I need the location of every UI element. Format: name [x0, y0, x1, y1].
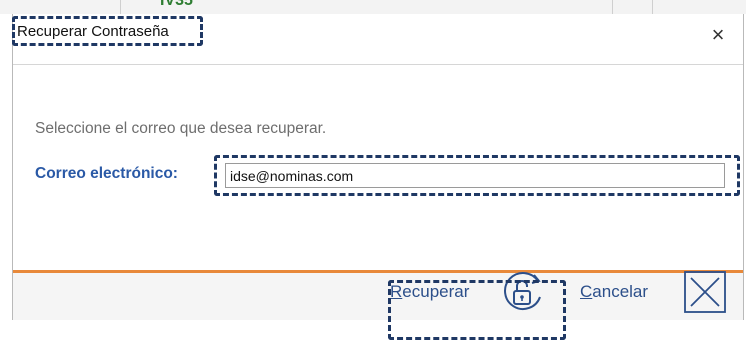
background-cell-text: IV35	[160, 0, 193, 9]
background-grid-line	[120, 0, 121, 14]
recuperar-highlight-box	[388, 280, 566, 340]
title-highlight-box	[12, 16, 203, 46]
background-grid-line	[612, 0, 613, 14]
instruction-text: Seleccione el correo que desea recuperar…	[35, 120, 327, 137]
email-highlight-box	[214, 155, 740, 196]
background-app-strip: IV35	[0, 0, 746, 14]
cancel-x-icon	[684, 271, 726, 313]
cancelar-label: Cancelar	[580, 282, 649, 301]
cancelar-button[interactable]: Cancelar	[580, 268, 732, 320]
background-grid-line	[652, 0, 653, 14]
email-label: Correo electrónico:	[35, 165, 178, 182]
close-button[interactable]: ×	[703, 20, 733, 50]
